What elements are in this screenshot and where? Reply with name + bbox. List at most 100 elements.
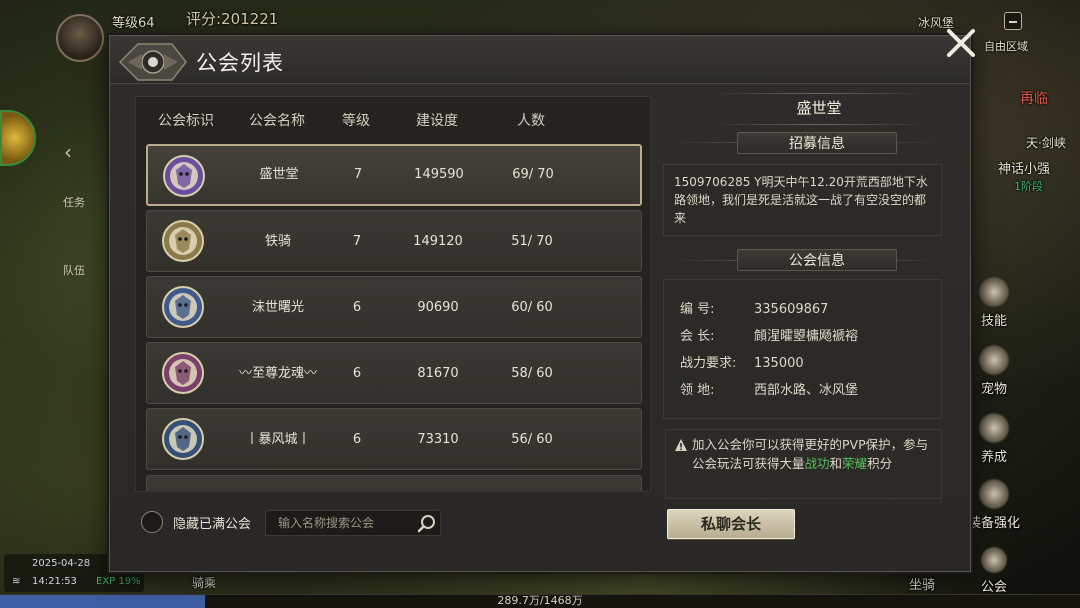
info-row-power: 战力要求: 135000 — [680, 352, 804, 371]
guild-construction: 73310 — [417, 432, 459, 447]
guild-level: 7 — [353, 167, 363, 182]
notice-highlight-honor: 荣耀 — [842, 456, 868, 471]
guild-list[interactable]: 公会标识 公会名称 等级 建设度 人数 盛世堂 7 149590 69/ 70 铁骑 7 1… — [135, 96, 651, 492]
guild-name: 铁骑 — [264, 234, 291, 249]
column-header-construction: 建设度 — [416, 113, 458, 129]
guild-members: 60/ 60 — [511, 300, 553, 315]
guild-name: 沫世曙光 — [251, 300, 304, 315]
guild-name: 盛世堂 — [259, 167, 299, 182]
guild-construction: 90690 — [417, 300, 459, 315]
hide-full-checkbox[interactable] — [141, 511, 163, 533]
guild-construction: 149590 — [414, 167, 464, 182]
guild-info-box: 编 号: 335609867 会 长: 頠湦曤曌槦飏褫褣 战力要求: 135000 领… — [663, 279, 942, 419]
search-icon[interactable] — [416, 513, 438, 535]
menu-pet-label: 宠物 — [980, 382, 1007, 397]
date-text: 2025-04-28 — [32, 558, 91, 569]
zone-label: 自由区域 — [984, 40, 1028, 53]
guild-badge-icon — [163, 155, 205, 197]
menu-skill-label: 技能 — [980, 314, 1007, 329]
collapse-arrow-icon[interactable]: ‹ — [64, 140, 72, 164]
skill-icon — [978, 276, 1010, 308]
info-key-id: 编 号: — [680, 302, 715, 317]
panel-title: 公会列表 — [196, 51, 284, 75]
notice-text: 加入公会你可以获得更好的PVP保护，参与公会玩法可获得大量战功和荣耀积分 — [692, 435, 936, 473]
player-avatar[interactable] — [56, 14, 104, 62]
guild-name: 〰至尊龙魂〰 — [238, 366, 317, 381]
player-level: 等级64 — [112, 16, 155, 31]
menu-mount[interactable]: 坐骑 — [892, 574, 952, 593]
table-row[interactable]: 丨暴风城丨 6 73310 56/ 60 — [146, 408, 642, 470]
guild-members: 69/ 70 — [512, 167, 554, 182]
selected-guild-name: 盛世堂 — [796, 99, 842, 117]
table-row[interactable]: 盛世堂 7 149590 69/ 70 — [146, 144, 642, 206]
guild-construction: 81670 — [417, 366, 459, 381]
guild-level: 6 — [352, 432, 362, 447]
guild-badge-icon — [162, 286, 204, 328]
hide-full-label: 隐藏已满公会 — [173, 517, 252, 532]
search-box — [265, 510, 441, 536]
guild-info-section-title: 公会信息 — [737, 249, 897, 271]
info-value-territory: 西部水路、冰风堡 — [754, 383, 859, 398]
wifi-icon: ≋ — [12, 576, 21, 587]
menu-pet[interactable]: 宠物 — [964, 344, 1024, 397]
info-row-id: 编 号: 335609867 — [680, 298, 828, 317]
event-banner-text: 再临 — [1020, 91, 1048, 107]
warning-icon — [675, 439, 687, 451]
guild-members: 58/ 60 — [511, 366, 553, 381]
panel-header: 公会列表 — [110, 36, 970, 84]
side-tab-team[interactable]: 队伍 — [62, 264, 86, 277]
menu-guild-label: 公会 — [980, 580, 1007, 595]
column-header-badge: 公会标识 — [158, 113, 214, 129]
column-header-name: 公会名称 — [249, 113, 305, 129]
anvil-icon — [978, 478, 1010, 510]
menu-cultivate-label: 养成 — [980, 450, 1007, 465]
guild-list-header: 公会标识 公会名称 等级 建设度 人数 — [136, 97, 650, 141]
guild-icon — [980, 546, 1008, 574]
notice-mid: 和 — [829, 456, 843, 471]
guild-emblem-icon — [118, 43, 187, 81]
minimize-button[interactable] — [1004, 12, 1022, 30]
menu-equip-label: 装备强化 — [967, 516, 1020, 531]
target-name: 天·剑峡 — [1026, 136, 1066, 150]
guild-members: 51/ 70 — [511, 234, 553, 249]
close-icon[interactable] — [943, 25, 979, 61]
info-value-id: 335609867 — [754, 302, 829, 317]
info-key-leader: 会 长: — [680, 329, 715, 344]
guild-level: 6 — [352, 300, 362, 315]
guild-list-panel: 公会列表 公会标识 公会名称 等级 建设度 人数 盛世堂 7 149590 69/ 7… — [109, 35, 971, 572]
guild-badge-icon — [162, 418, 204, 460]
table-row-partial[interactable] — [146, 475, 642, 491]
guild-level: 7 — [352, 234, 362, 249]
player-score: 评分:201221 — [186, 10, 279, 28]
recruit-text: 1509706285 Y明天中午12.20开荒西部地下水路领地，我们是死是活就这… — [674, 175, 928, 225]
guild-badge-icon — [162, 352, 204, 394]
info-row-territory: 领 地: 西部水路、冰风堡 — [680, 379, 858, 398]
column-header-level: 等级 — [342, 113, 370, 129]
pet-name: 神话小强 — [998, 162, 1051, 177]
recruit-info-box: 1509706285 Y明天中午12.20开荒西部地下水路领地，我们是死是活就这… — [663, 164, 942, 236]
hide-full-guilds-toggle[interactable]: 隐藏已满公会 — [141, 510, 261, 534]
table-row[interactable]: 沫世曙光 6 90690 60/ 60 — [146, 276, 642, 338]
mount-label[interactable]: 骑乘 — [192, 574, 216, 591]
column-header-members: 人数 — [517, 113, 545, 129]
guild-level: 6 — [352, 366, 362, 381]
info-key-power: 战力要求: — [680, 356, 737, 371]
info-row-leader: 会 长: 頠湦曤曌槦飏褫褣 — [680, 325, 858, 344]
private-chat-leader-button[interactable]: 私聊会长 — [667, 509, 795, 539]
guild-members: 56/ 60 — [511, 432, 553, 447]
guild-badge-icon — [162, 220, 204, 262]
menu-skill[interactable]: 技能 — [964, 276, 1024, 329]
menu-mount-label: 坐骑 — [908, 578, 935, 593]
pet-stage: 1阶段 — [1014, 180, 1043, 193]
side-tab-quest[interactable]: 任务 — [62, 196, 86, 209]
menu-guild[interactable]: 公会 — [964, 546, 1024, 595]
notice-highlight-merit: 战功 — [804, 456, 830, 471]
menu-cultivate[interactable]: 养成 — [964, 412, 1024, 465]
guild-search-input[interactable] — [266, 511, 414, 535]
notice-box: 加入公会你可以获得更好的PVP保护，参与公会玩法可获得大量战功和荣耀积分 — [665, 429, 942, 499]
table-row[interactable]: 铁骑 7 149120 51/ 70 — [146, 210, 642, 272]
title-divider-bottom — [710, 124, 928, 125]
cultivate-icon — [978, 412, 1010, 444]
table-row[interactable]: 〰至尊龙魂〰 6 81670 58/ 60 — [146, 342, 642, 404]
info-key-territory: 领 地: — [680, 383, 715, 398]
